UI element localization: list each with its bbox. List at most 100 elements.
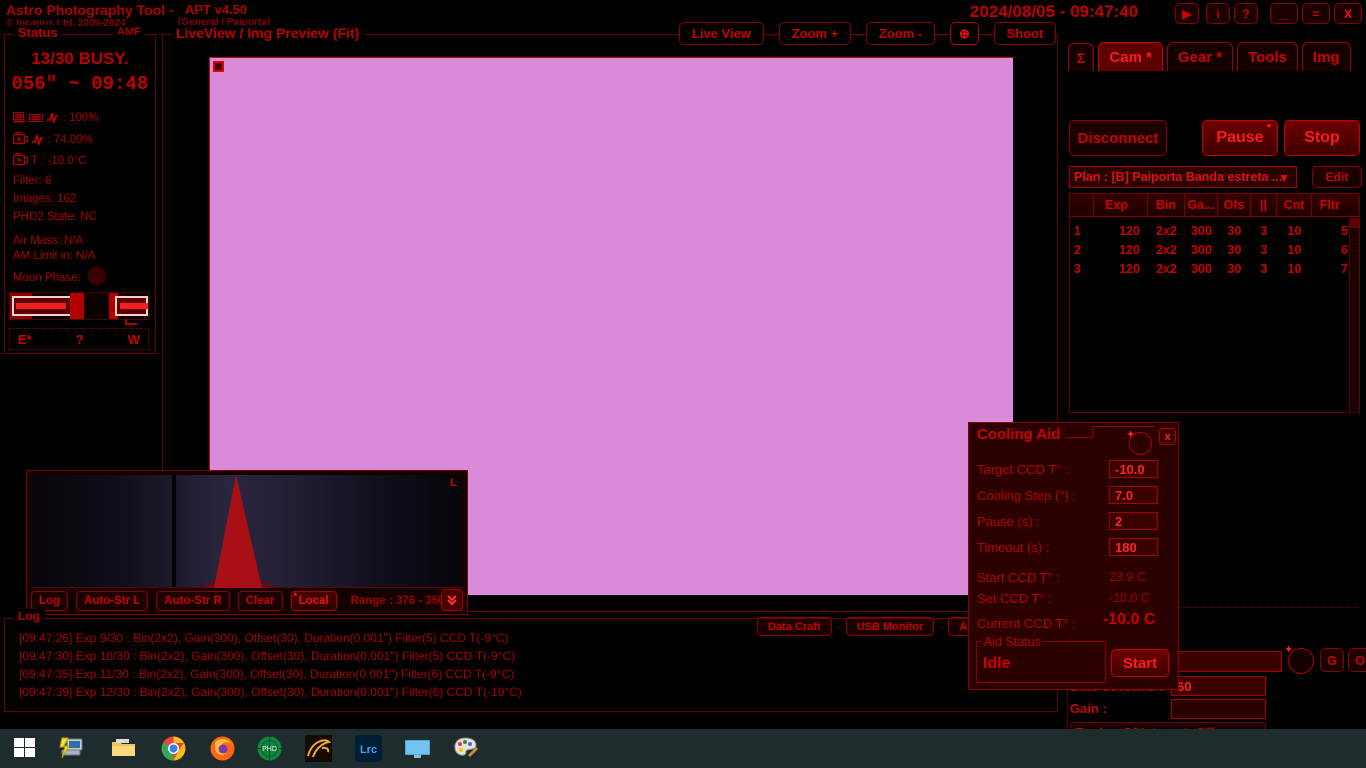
help-icon[interactable]: ? xyxy=(1234,3,1258,24)
col-header-ofs: Ofs xyxy=(1218,194,1251,216)
live-view-button[interactable]: Live View xyxy=(679,22,765,45)
histogram-panel: L Log Auto-Str L Auto-Str R Clear * Loca… xyxy=(26,470,468,615)
col-header-exp: Exp xyxy=(1094,194,1148,216)
compass-middle: ? xyxy=(75,331,84,347)
cell-cnt: 10 xyxy=(1287,223,1302,238)
cooling-step-input[interactable]: 7.0 xyxy=(1109,486,1158,504)
chrome-icon[interactable] xyxy=(160,735,187,762)
cooling-timeout-label: Timeout (s) : xyxy=(977,540,1050,555)
stop-button[interactable]: Stop xyxy=(1284,120,1360,156)
status-line-moonphase: Moon Phase: xyxy=(13,272,81,284)
apt-main-window: Astro Photography Tool - APT v4.50 © Inc… xyxy=(0,0,1366,768)
goto-button[interactable]: G xyxy=(1320,648,1344,672)
status-line-temp: T : -10.0°C xyxy=(12,153,87,169)
apt-icon[interactable] xyxy=(305,735,332,762)
status-line-camera: : 74.00% xyxy=(12,132,93,148)
log-legend: Log xyxy=(13,609,45,623)
histogram-channel-label: L xyxy=(450,477,457,489)
cell-index: 1 xyxy=(1074,223,1081,238)
paint-icon[interactable] xyxy=(452,735,479,762)
pause-button[interactable]: * Pause xyxy=(1202,120,1278,156)
start-cooling-button[interactable]: Start xyxy=(1111,649,1169,677)
dial-marker-icon: ✦ xyxy=(1284,644,1294,656)
status-line-airmass: Air Mass: N/A xyxy=(13,235,84,247)
phd2-icon[interactable]: PHD xyxy=(256,735,283,762)
histogram-local-button[interactable]: * Local xyxy=(290,591,337,611)
cooling-timeout-input[interactable]: 180 xyxy=(1109,538,1158,556)
scrollbar-thumb[interactable] xyxy=(1350,218,1359,228)
compass-indicator: E* ? W xyxy=(9,328,149,350)
zoom-out-button[interactable]: Zoom - xyxy=(865,22,936,45)
tab-gear[interactable]: Gear * xyxy=(1166,42,1234,71)
windows-taskbar: PHD Lrc 9 xyxy=(0,729,1366,768)
plan-table-scrollbar[interactable] xyxy=(1349,218,1359,413)
disconnect-button[interactable]: Disconnect xyxy=(1069,120,1167,156)
histogram-auto-stretch-l-button[interactable]: Auto-Str L xyxy=(76,591,149,611)
cell-cnt: 10 xyxy=(1287,261,1302,276)
crosshair-icon[interactable]: ⊕ xyxy=(950,22,979,45)
play-icon[interactable]: ▶ xyxy=(1175,3,1199,24)
shoot-button[interactable]: Shoot xyxy=(993,22,1057,45)
windows-start-icon[interactable] xyxy=(12,735,39,762)
meridian-indicator xyxy=(9,292,149,325)
close-icon[interactable]: x xyxy=(1159,428,1176,445)
toolbar-separator: – xyxy=(982,26,990,41)
cell-fltr: 7 xyxy=(1341,261,1348,276)
cell-exp: 120 xyxy=(1119,261,1140,276)
dial-marker-icon: ✦ xyxy=(1126,429,1136,441)
file-explorer-icon[interactable] xyxy=(110,735,137,762)
histogram-canvas[interactable]: L xyxy=(32,475,462,588)
chevron-double-down-icon[interactable] xyxy=(441,589,463,611)
col-header-gain: Ga... xyxy=(1185,194,1218,216)
start-ccd-temp-value: 23.9 C xyxy=(1109,570,1146,584)
tab-summary[interactable]: Σ xyxy=(1068,43,1095,71)
info-icon[interactable]: i xyxy=(1206,3,1230,24)
app-title: Astro Photography Tool - xyxy=(6,2,174,18)
target-ccd-temp-input[interactable]: -10.0 xyxy=(1109,460,1158,478)
zoom-in-button[interactable]: Zoom + xyxy=(778,22,852,45)
preview-selection-marker[interactable] xyxy=(213,61,224,72)
cell-index: 2 xyxy=(1074,242,1081,257)
firefox-icon[interactable] xyxy=(209,735,236,762)
cell-bin: 2x2 xyxy=(1156,261,1177,276)
log-line: [09:47:39] Exp 12/30 : Bin(2x2), Gain(30… xyxy=(19,685,522,699)
cooling-dialog-title: Cooling Aid xyxy=(977,426,1061,443)
minimize-button[interactable]: _ xyxy=(1270,3,1298,24)
col-header-bin: Bin xyxy=(1148,194,1185,216)
gain-input[interactable] xyxy=(1171,699,1266,719)
status-line-filter: Filter: 6 xyxy=(13,175,52,187)
lightroom-classic-icon[interactable]: Lrc xyxy=(355,735,382,762)
aid-status-value: Idle xyxy=(983,655,1011,672)
edit-plan-button[interactable]: Edit xyxy=(1312,166,1362,188)
network-computer-icon[interactable] xyxy=(59,735,86,762)
table-row[interactable]: 2 120 2x2 300 30 3 10 6 xyxy=(1070,240,1359,259)
set-ccd-temp-label: Set CCD T° : xyxy=(977,591,1053,606)
target-ccd-temp-label: Target CCD T° : xyxy=(977,462,1069,477)
tab-cam[interactable]: Cam * xyxy=(1098,42,1163,71)
histogram-auto-stretch-r-button[interactable]: Auto-Str R xyxy=(156,591,230,611)
status-camera-value: : 74.00% xyxy=(47,134,93,146)
histogram-clear-button[interactable]: Clear xyxy=(237,591,283,611)
close-button[interactable]: X xyxy=(1334,3,1362,24)
start-ccd-temp-label: Start CCD T° : xyxy=(977,570,1060,585)
histogram-log-button[interactable]: Log xyxy=(31,591,69,611)
object-lookup-button[interactable]: O xyxy=(1348,648,1366,672)
title-rule xyxy=(1092,426,1154,427)
tab-tools[interactable]: Tools xyxy=(1237,42,1299,71)
table-row[interactable]: 3 120 2x2 300 30 3 10 7 xyxy=(1070,259,1359,278)
gain-label: Gain : xyxy=(1070,701,1107,716)
plan-dropdown[interactable]: Plan : [B] Paiporta Banda estreta ... ▼ xyxy=(1069,166,1297,188)
amf-label: AMF xyxy=(113,26,145,38)
histogram-divider xyxy=(172,475,176,588)
set-ccd-temp-value: -10.0 C xyxy=(1109,591,1150,605)
cooling-step-label: Cooling Step (°) : xyxy=(977,488,1077,503)
display-icon[interactable] xyxy=(404,735,431,762)
status-temp-value: T : -10.0°C xyxy=(31,155,87,167)
cooling-pause-input[interactable]: 2 xyxy=(1109,512,1158,530)
cell-gain: 300 xyxy=(1191,223,1212,238)
plan-table[interactable]: Exp Bin Ga... Ofs || Cnt Fltr 1 120 2x2 … xyxy=(1069,193,1360,413)
maximize-button[interactable]: = xyxy=(1302,3,1330,24)
tab-img[interactable]: Img xyxy=(1302,42,1351,71)
table-row[interactable]: 1 120 2x2 300 30 3 10 5 xyxy=(1070,221,1359,240)
bulb-seconds-input[interactable]: 60 xyxy=(1171,676,1266,696)
